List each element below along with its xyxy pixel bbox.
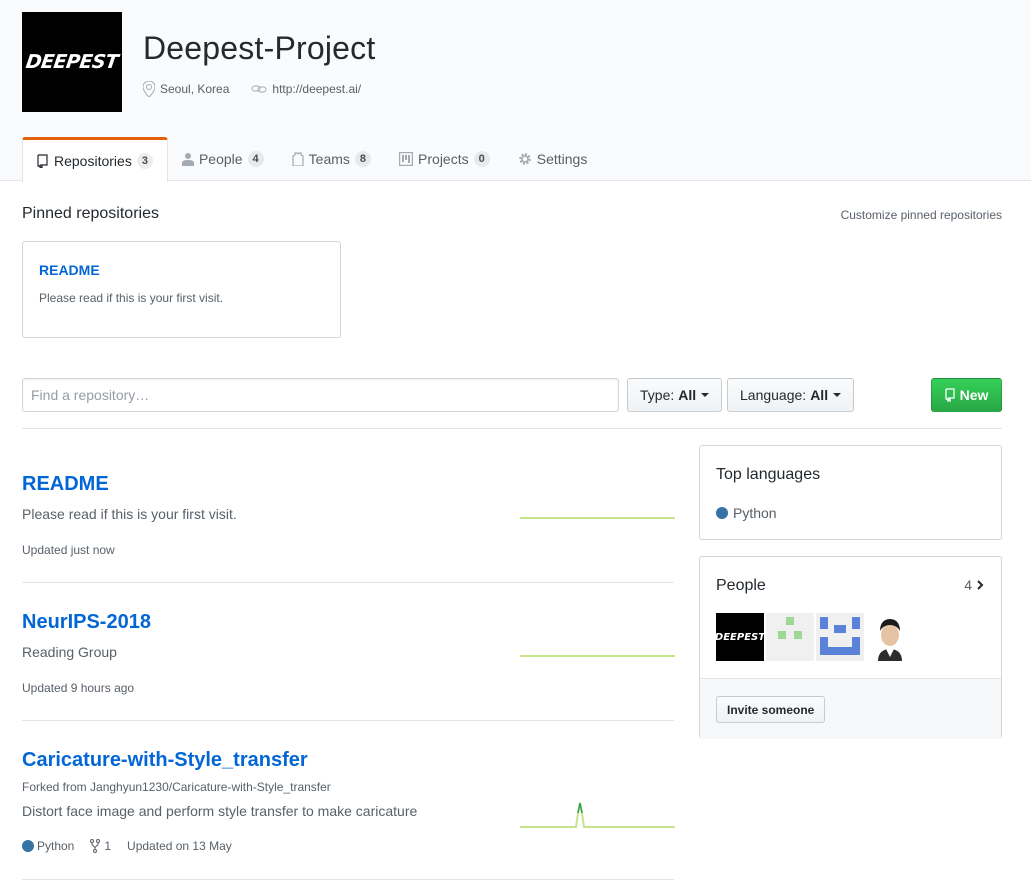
repo-description: Reading Group xyxy=(22,644,117,660)
pinned-title: Pinned repositories xyxy=(22,205,159,222)
repo-updated: Updated just now xyxy=(22,543,115,557)
repo-forks[interactable]: 1 xyxy=(90,839,111,853)
caret-down-icon xyxy=(701,393,710,397)
new-repo-label: New xyxy=(959,387,989,403)
tab-teams[interactable]: Teams 8 xyxy=(278,137,385,181)
repo-updated: Updated 9 hours ago xyxy=(22,681,135,695)
repo-list-item: NeurIPS-2018 Reading Group Updated 9 hou… xyxy=(22,601,675,721)
people-box-footer: Invite someone xyxy=(700,678,1001,739)
pinned-repo-description: Please read if this is your first visit. xyxy=(39,291,224,305)
repo-meta: Updated 9 hours ago xyxy=(22,681,134,695)
tab-repositories[interactable]: Repositories 3 xyxy=(22,137,168,182)
language-item[interactable]: Python xyxy=(716,505,777,521)
tab-settings[interactable]: Settings xyxy=(504,137,602,181)
people-count: 4 xyxy=(964,577,972,593)
tab-counter: 0 xyxy=(473,151,490,167)
language-name: Python xyxy=(733,505,777,521)
people-title: People xyxy=(716,577,766,594)
language-filter-value: All xyxy=(810,387,829,403)
org-location: Seoul, Korea xyxy=(143,81,229,97)
pinned-repo-card: README Please read if this is your first… xyxy=(22,241,341,338)
avatar[interactable] xyxy=(766,613,814,661)
person-icon xyxy=(181,153,194,166)
repo-description: Please read if this is your first visit. xyxy=(22,506,237,522)
link-icon xyxy=(251,85,267,93)
type-filter-button[interactable]: Type: All xyxy=(627,378,723,412)
activity-sparkline xyxy=(520,655,675,657)
member-avatars: DEEPEST xyxy=(716,613,916,661)
people-box: People 4 DEEPEST Invite someone xyxy=(699,556,1002,739)
org-website-link[interactable]: http://deepest.ai/ xyxy=(272,82,361,96)
org-avatar[interactable]: DEEPEST xyxy=(22,12,122,112)
caret-down-icon xyxy=(833,393,842,397)
location-icon xyxy=(143,81,155,97)
org-location-text: Seoul, Korea xyxy=(160,82,230,96)
repo-icon xyxy=(37,154,48,168)
repo-name-link[interactable]: NeurIPS-2018 xyxy=(22,611,151,634)
tab-counter: 4 xyxy=(247,151,264,167)
customize-pinned-link[interactable]: Customize pinned repositories xyxy=(841,208,1002,222)
repo-forked-from: Forked from Janghyun1230/Caricature-with… xyxy=(22,780,331,794)
avatar[interactable]: DEEPEST xyxy=(716,613,764,661)
new-repo-button[interactable]: New xyxy=(931,378,1002,412)
invite-someone-button[interactable]: Invite someone xyxy=(716,696,826,723)
org-header: DEEPEST Deepest-Project Seoul, Korea htt… xyxy=(0,0,1031,182)
repo-search-input[interactable] xyxy=(22,378,619,412)
language-color-dot xyxy=(716,507,728,519)
org-meta: Seoul, Korea http://deepest.ai/ xyxy=(143,81,383,97)
tab-people[interactable]: People 4 xyxy=(168,137,278,181)
language-filter-button[interactable]: Language: All xyxy=(727,378,855,412)
tab-label: Settings xyxy=(536,151,588,167)
tab-projects[interactable]: Projects 0 xyxy=(385,137,504,181)
tab-label: People xyxy=(198,151,243,167)
tab-label: Repositories xyxy=(54,153,132,169)
org-tabs: Repositories 3 People 4 Teams 8 Projects… xyxy=(22,137,602,182)
repo-name-link[interactable]: Caricature-with-Style_transfer xyxy=(22,749,308,772)
svg-text:DEEPEST: DEEPEST xyxy=(716,632,764,643)
people-count-link[interactable]: 4 xyxy=(964,577,984,593)
repo-meta: Updated just now xyxy=(22,543,115,557)
avatar[interactable] xyxy=(866,613,914,661)
repo-language: Python xyxy=(22,839,74,853)
repo-list-item: Caricature-with-Style_transfer Forked fr… xyxy=(22,739,675,880)
gear-icon xyxy=(518,153,531,165)
repo-name-link[interactable]: README xyxy=(22,473,109,496)
tab-counter: 8 xyxy=(354,151,372,167)
repo-forks-count: 1 xyxy=(104,839,112,853)
type-filter-label: Type: xyxy=(640,387,675,403)
org-logo-text: DEEPEST xyxy=(24,51,120,73)
repo-list-item: README Please read if this is your first… xyxy=(22,463,675,583)
language-color-dot xyxy=(22,840,34,852)
org-website[interactable]: http://deepest.ai/ xyxy=(251,82,361,96)
divider xyxy=(22,428,1002,429)
project-icon xyxy=(399,152,414,166)
type-filter-value: All xyxy=(678,387,697,403)
fork-icon xyxy=(90,839,101,853)
tab-label: Projects xyxy=(418,151,469,167)
repo-meta: Python 1 Updated on 13 May xyxy=(22,839,232,853)
top-languages-title: Top languages xyxy=(716,466,821,483)
activity-sparkline xyxy=(520,517,675,519)
activity-sparkline xyxy=(520,802,675,828)
tab-counter: 3 xyxy=(136,153,153,169)
repo-language-name: Python xyxy=(37,839,75,853)
repo-icon xyxy=(944,388,955,402)
org-name: Deepest-Project xyxy=(143,30,376,66)
tab-label: Teams xyxy=(308,151,350,167)
repo-updated: Updated on 13 May xyxy=(127,839,232,853)
pinned-repo-name[interactable]: README xyxy=(39,262,324,278)
avatar[interactable] xyxy=(816,613,864,661)
chevron-right-icon xyxy=(977,580,984,590)
language-filter-label: Language: xyxy=(740,387,807,403)
jersey-icon xyxy=(292,152,304,166)
top-languages-box: Top languages Python xyxy=(699,445,1002,540)
repo-description: Distort face image and perform style tra… xyxy=(22,803,418,819)
